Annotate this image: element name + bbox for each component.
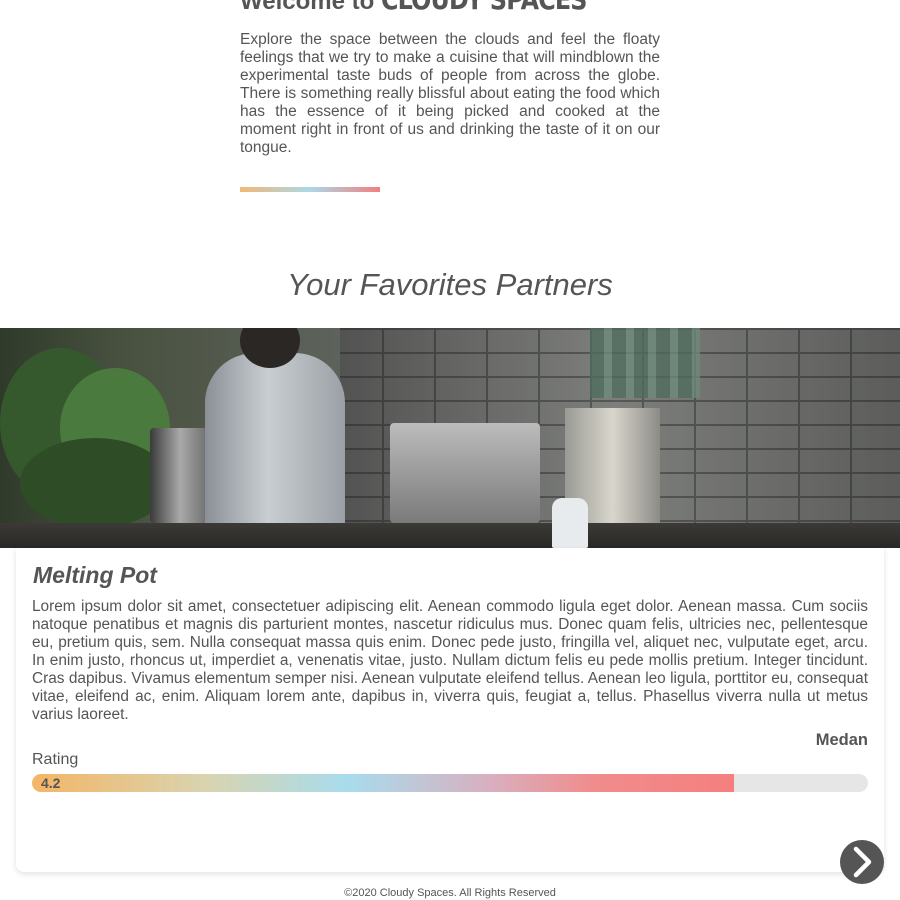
- page: Welcome to CLOUDY SPACES Explore the spa…: [0, 0, 900, 900]
- next-partner-button[interactable]: [840, 840, 884, 884]
- partner-location: Medan: [815, 731, 868, 749]
- rating-value: 4.2: [41, 775, 61, 791]
- rating-bar-fill: 4.2: [32, 774, 735, 792]
- chevron-right-icon: [853, 846, 872, 878]
- partners-heading: Your Favorites Partners: [287, 267, 613, 302]
- welcome-title-prefix: Welcome to: [240, 0, 375, 15]
- welcome-title: Welcome to CLOUDY SPACES: [240, 0, 660, 16]
- partner-name: Melting Pot: [33, 562, 157, 588]
- footer-copyright: ©2020 Cloudy Spaces. All Rights Reserved: [344, 887, 556, 899]
- partner-card: Melting Pot Lorem ipsum dolor sit amet, …: [16, 548, 884, 872]
- partner-banner-image: [0, 328, 900, 548]
- partner-description: Lorem ipsum dolor sit amet, consectetuer…: [32, 598, 868, 723]
- rating-label: Rating: [32, 751, 79, 768]
- welcome-section: Welcome to CLOUDY SPACES Explore the spa…: [240, 0, 660, 157]
- accent-divider: [240, 187, 380, 192]
- brand-name: CLOUDY SPACES: [381, 0, 587, 14]
- rating-bar: 4.2: [32, 774, 868, 792]
- welcome-text: Explore the space between the clouds and…: [240, 31, 660, 156]
